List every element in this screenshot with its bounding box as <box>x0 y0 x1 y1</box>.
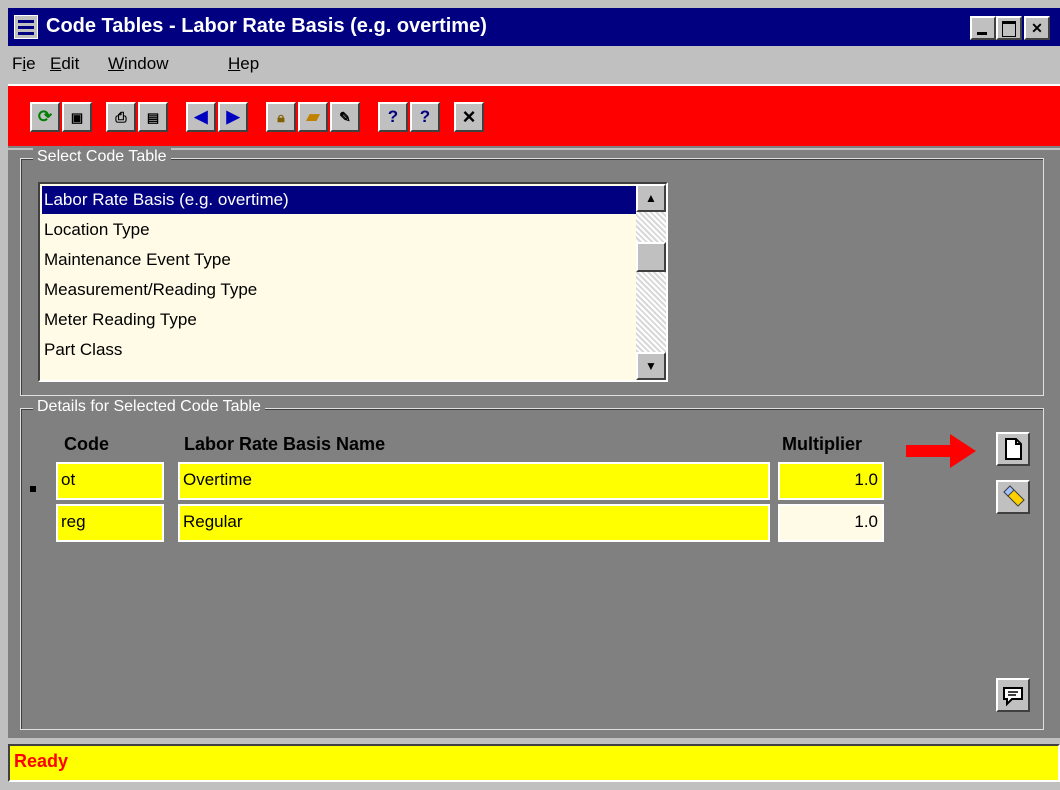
close-icon: ✕ <box>1031 20 1043 36</box>
menu-edit[interactable]: Edit <box>50 54 79 74</box>
edit-button[interactable]: ✎ <box>330 102 360 132</box>
list-item[interactable]: Meter Reading Type <box>42 306 640 334</box>
maximize-button[interactable] <box>996 16 1022 40</box>
comment-icon <box>1003 687 1023 707</box>
previous-record-icon: ◀ <box>194 107 208 126</box>
help-icon: ? <box>387 107 399 126</box>
eraser-icon <box>1003 485 1025 507</box>
list-item[interactable]: Measurement/Reading Type <box>42 276 640 304</box>
menu-bar: Fie Edit Window Hep <box>8 46 1060 82</box>
list-item[interactable]: Part Class <box>42 336 640 364</box>
current-row-indicator <box>30 486 36 492</box>
print-button[interactable]: ⎙ <box>106 102 136 132</box>
name-field[interactable]: Regular <box>178 504 770 542</box>
app-window: Code Tables - Labor Rate Basis (e.g. ove… <box>0 0 1060 790</box>
code-field[interactable]: ot <box>56 462 164 500</box>
context-help-button[interactable]: ? <box>410 102 440 132</box>
scroll-up-button[interactable]: ▲ <box>636 184 666 212</box>
name-field[interactable]: Overtime <box>178 462 770 500</box>
maximize-icon <box>1002 21 1016 37</box>
menu-file[interactable]: Fie <box>12 54 36 74</box>
window-title: Code Tables - Labor Rate Basis (e.g. ove… <box>46 15 487 37</box>
column-header-name: Labor Rate Basis Name <box>184 434 386 454</box>
arrow-up-icon: ▲ <box>645 191 657 205</box>
print-preview-button[interactable]: ▤ <box>138 102 168 132</box>
menu-help[interactable]: Hep <box>228 54 259 74</box>
edit-icon: ✎ <box>339 109 351 125</box>
code-field[interactable]: reg <box>56 504 164 542</box>
list-item[interactable]: Maintenance Event Type <box>42 246 640 274</box>
minimize-button[interactable] <box>970 16 996 40</box>
red-arrow-icon <box>906 434 976 468</box>
close-button[interactable]: ✕ <box>1024 16 1050 40</box>
refresh-button[interactable]: ⟳ <box>30 102 60 132</box>
multiplier-field[interactable]: 1.0 <box>778 462 884 500</box>
print-preview-icon: ▤ <box>146 110 160 125</box>
print-icon: ⎙ <box>115 109 127 125</box>
details-group: Details for Selected Code Table <box>20 398 1044 730</box>
open-folder-icon: ▰ <box>306 107 320 126</box>
close-icon: × <box>462 104 476 129</box>
open-button[interactable]: ▰ <box>298 102 328 132</box>
new-record-button[interactable] <box>996 432 1030 466</box>
previous-record-button[interactable]: ◀ <box>186 102 216 132</box>
title-bar[interactable]: Code Tables - Labor Rate Basis (e.g. ove… <box>8 8 1060 46</box>
code-table-listbox[interactable]: Labor Rate Basis (e.g. overtime) Locatio… <box>38 182 668 382</box>
next-record-button[interactable]: ▶ <box>218 102 248 132</box>
save-icon: ▣ <box>70 110 84 125</box>
delete-record-button[interactable] <box>996 480 1030 514</box>
save-button[interactable]: ▣ <box>62 102 92 132</box>
list-item[interactable]: Location Type <box>42 216 640 244</box>
lock-icon: 🔒︎ <box>277 109 285 125</box>
multiplier-field[interactable]: 1.0 <box>778 504 884 542</box>
list-item[interactable]: Labor Rate Basis (e.g. overtime) <box>42 186 640 214</box>
status-text: Ready <box>14 751 69 771</box>
status-bar: Ready <box>8 744 1060 782</box>
app-icon[interactable] <box>14 15 38 39</box>
toolbar: ⟳ ▣ ⎙ ▤ ◀ ▶ 🔒︎ ▰ ✎ ? ? × <box>8 84 1060 148</box>
vertical-scrollbar[interactable]: ▲ ▼ <box>636 184 666 380</box>
comment-button[interactable] <box>996 678 1030 712</box>
main-panel: Select Code Table Labor Rate Basis (e.g.… <box>8 148 1060 738</box>
details-title: Details for Selected Code Table <box>33 398 265 416</box>
column-header-code: Code <box>64 434 109 454</box>
scroll-down-button[interactable]: ▼ <box>636 352 666 380</box>
select-code-table-title: Select Code Table <box>33 148 171 166</box>
new-record-icon <box>1005 438 1022 460</box>
close-window-button[interactable]: × <box>454 102 484 132</box>
scrollbar-thumb[interactable] <box>636 242 666 272</box>
context-help-icon: ? <box>419 107 431 126</box>
refresh-icon: ⟳ <box>37 107 53 126</box>
minimize-icon <box>977 32 987 35</box>
next-record-icon: ▶ <box>226 107 240 126</box>
column-header-multiplier: Multiplier <box>782 434 862 454</box>
arrow-down-icon: ▼ <box>645 359 657 373</box>
menu-window[interactable]: Window <box>108 54 168 74</box>
lock-button[interactable]: 🔒︎ <box>266 102 296 132</box>
help-button[interactable]: ? <box>378 102 408 132</box>
